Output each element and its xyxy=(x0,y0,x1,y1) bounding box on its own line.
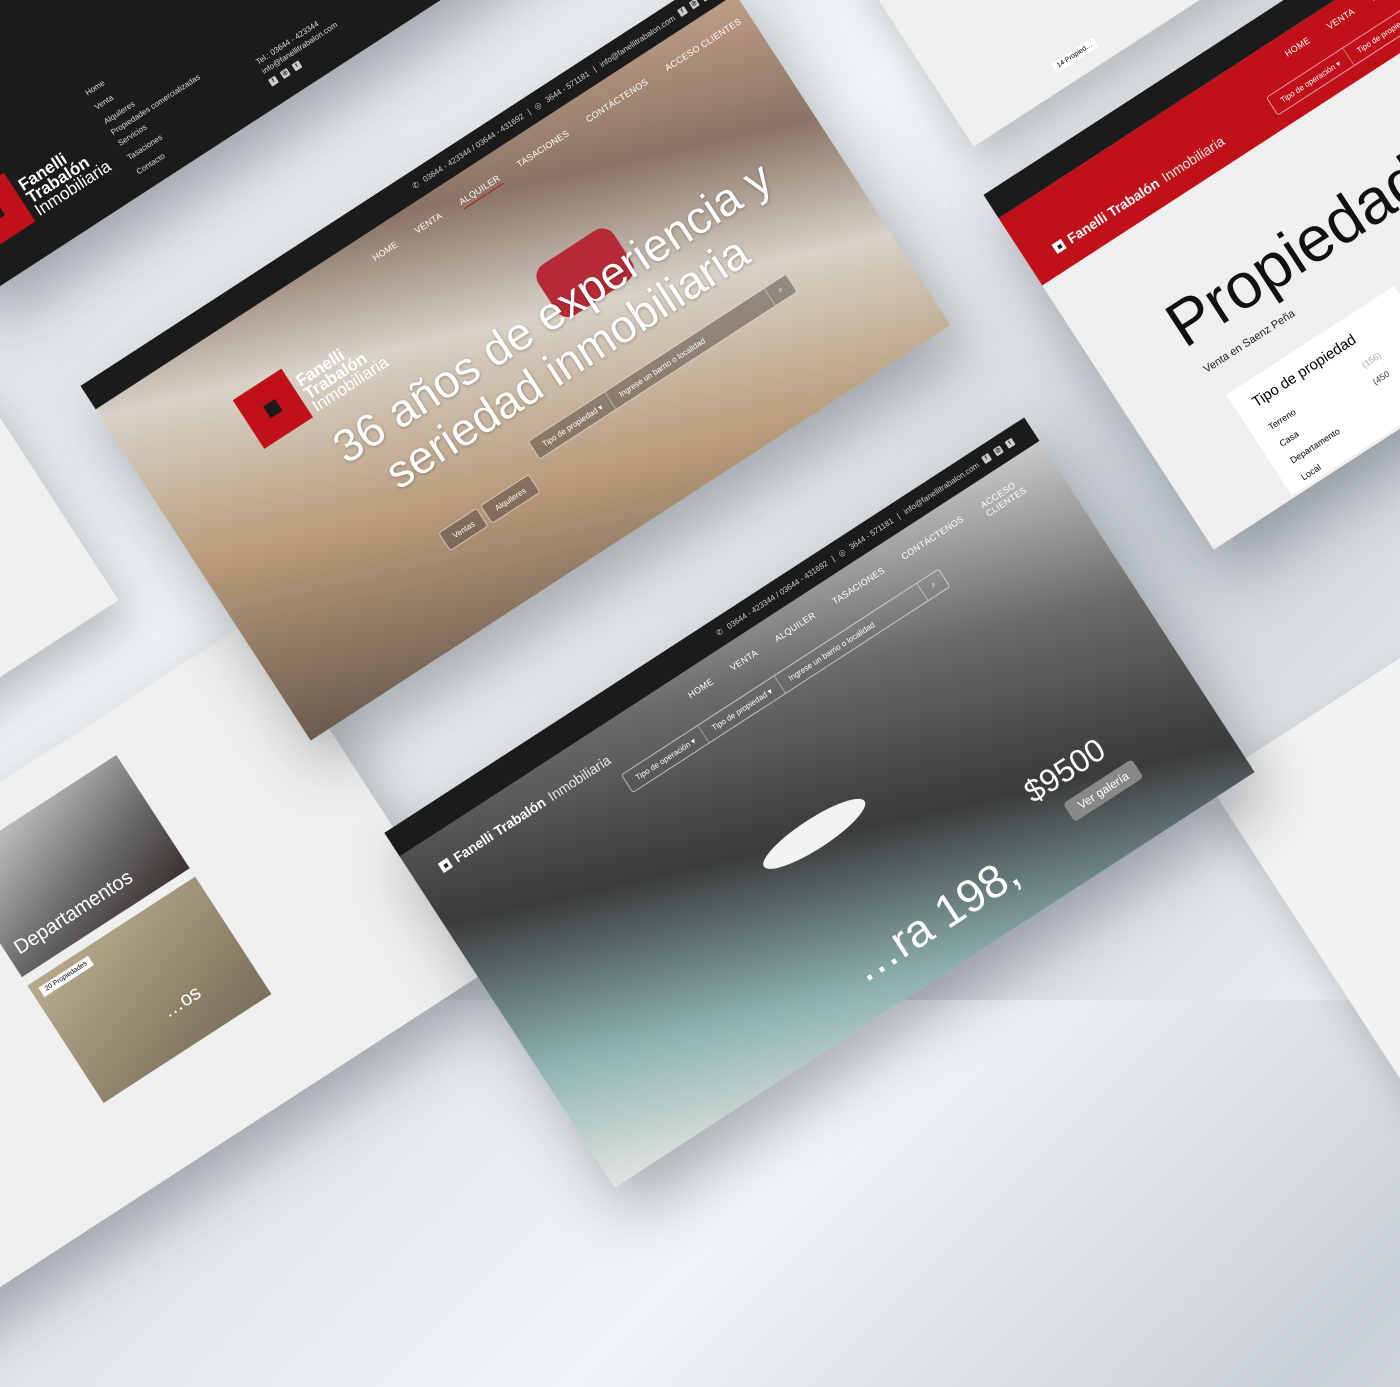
whatsapp-icon: ◎ xyxy=(836,546,848,559)
search-tabs: Ventas Alquileres xyxy=(438,474,541,552)
property-count-badge: 20 Propiedades xyxy=(38,955,95,998)
logo-text: Inmobiliaria xyxy=(544,751,614,805)
nav-venta[interactable]: VENTA xyxy=(1325,6,1356,31)
twitter-icon[interactable]: t xyxy=(700,0,712,2)
instagram-icon[interactable]: ◎ xyxy=(992,445,1004,457)
whatsapp-icon: ◎ xyxy=(532,99,544,112)
separator: | xyxy=(829,553,837,563)
phone-icon: ✆ xyxy=(714,626,725,638)
property-count-badge: 14 Propied… xyxy=(1051,37,1099,74)
facebook-icon[interactable]: f xyxy=(677,5,689,18)
instagram-icon[interactable]: ◎ xyxy=(279,67,291,80)
operation-select[interactable]: Tipo de operación ▾ xyxy=(622,725,710,792)
email-link[interactable]: info@fanellitrabalon.com xyxy=(598,13,677,69)
operation-select[interactable]: Tipo de operación ▾ xyxy=(1267,48,1355,115)
phone-icon: ✆ xyxy=(410,179,421,191)
categories-screen: Departamentos 20 Propiedades …os xyxy=(0,616,487,1387)
nav-tasaciones[interactable]: TASACIONES xyxy=(515,128,573,172)
nav-alquiler[interactable]: ALQUILER xyxy=(1369,0,1400,3)
footer-logo[interactable]: Fanelli Trabalón Inmobiliaria xyxy=(0,122,115,253)
separator: | xyxy=(895,511,902,521)
whatsapp-text: 3644 - 571181 xyxy=(847,515,895,552)
nav-venta[interactable]: VENTA xyxy=(413,210,446,238)
separator: | xyxy=(525,106,533,116)
facebook-icon[interactable]: f xyxy=(981,452,993,465)
nav-alquiler[interactable]: ALQUILER xyxy=(457,172,504,210)
property-address: …ra 198, xyxy=(841,845,1029,993)
logo-text: Fanelli Trabalón xyxy=(1064,174,1163,247)
tab-alquileres[interactable]: Alquileres xyxy=(480,474,541,524)
nav-home[interactable]: HOME xyxy=(1283,35,1312,59)
footer-contact: Tel.: 03644 - 423344 info@fanellitrabalo… xyxy=(254,10,346,87)
nav-home[interactable]: HOME xyxy=(686,676,721,708)
nav-alquiler[interactable]: ALQUILER xyxy=(773,610,823,652)
facebook-icon[interactable]: f xyxy=(267,75,280,87)
main-nav: HOME VENTA ALQUILER TASACIONES CONTÁCTENOS AC… xyxy=(686,456,1060,709)
category-title: …os xyxy=(158,981,206,1023)
table-photo xyxy=(755,788,873,880)
nav-home[interactable]: HOME xyxy=(371,239,402,265)
twitter-icon[interactable]: t xyxy=(1004,437,1016,449)
bottom-right-panel xyxy=(1207,564,1400,1136)
logo-text: Inmobiliaria xyxy=(1158,132,1228,186)
logo-square-icon xyxy=(437,857,453,873)
tab-ventas[interactable]: Ventas xyxy=(438,507,490,552)
separator: | xyxy=(591,64,598,74)
instagram-icon[interactable]: ◎ xyxy=(688,0,700,10)
twitter-icon[interactable]: t xyxy=(291,60,303,72)
whatsapp-text: 3644 - 571181 xyxy=(543,68,591,105)
logo-square-icon xyxy=(1051,238,1067,254)
nav-venta[interactable]: VENTA xyxy=(728,648,765,682)
